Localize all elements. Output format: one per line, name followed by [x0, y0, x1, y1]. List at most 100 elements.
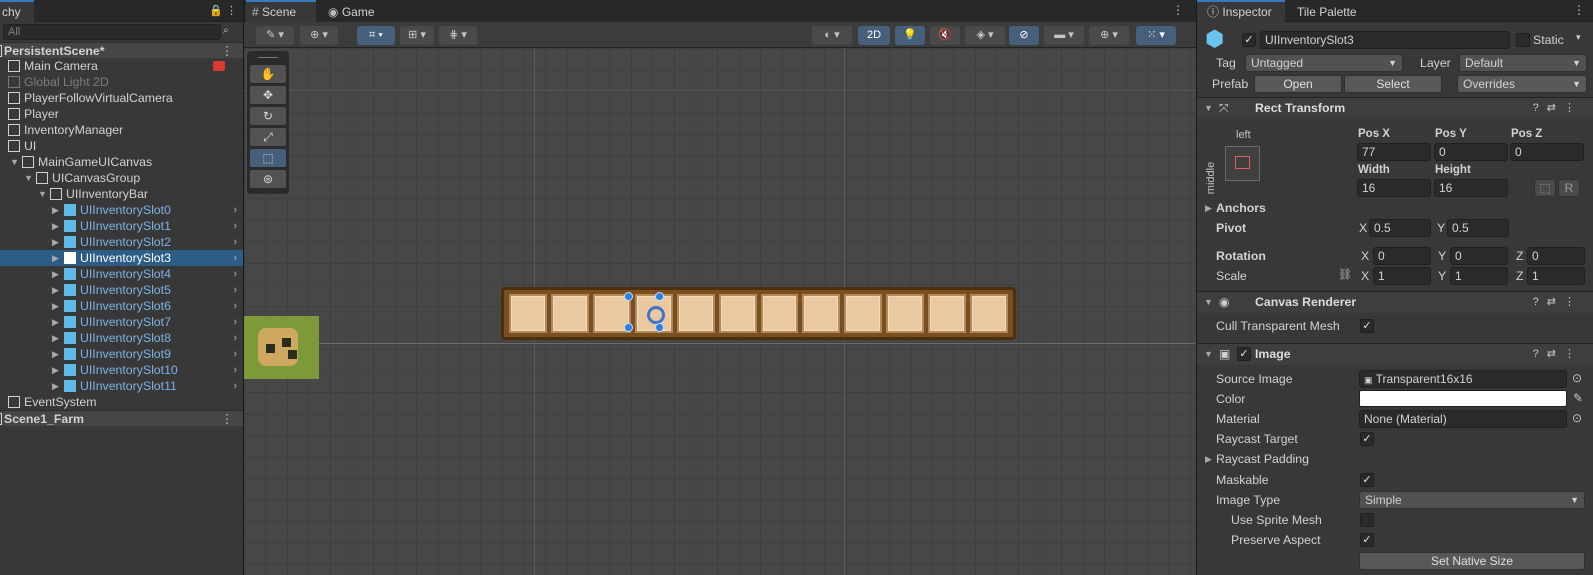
image-component-header[interactable]: ▼ ▣ ✓ Image ?⇄⋮ — [1197, 343, 1593, 365]
tag-dropdown[interactable]: Untagged ▼ — [1245, 54, 1403, 72]
lighting-toggle-icon[interactable]: 💡 — [895, 26, 925, 45]
cull-transparent-mesh-checkbox[interactable]: ✓ — [1360, 319, 1374, 333]
scale-y-field[interactable]: 1 — [1450, 267, 1508, 285]
inventory-slot[interactable] — [718, 294, 757, 333]
static-dropdown-arrow[interactable]: ▾ — [1576, 32, 1581, 43]
snap-increment-dropdown[interactable]: ⋕ ▾ — [439, 26, 477, 45]
static-checkbox[interactable] — [1516, 33, 1530, 47]
hierarchy-item[interactable]: ▶ UIInventorySlot6 › — [0, 298, 243, 314]
camera-warning-icon[interactable] — [213, 61, 225, 71]
hierarchy-item[interactable]: Main Camera — [0, 58, 243, 74]
foldout-expanded-icon[interactable]: ▼ — [24, 170, 33, 186]
hierarchy-item[interactable]: ▶ UIInventorySlot4 › — [0, 266, 243, 282]
grid-visibility-dropdown[interactable]: ⊞ ▾ — [400, 26, 434, 45]
foldout-collapsed-icon[interactable]: ▶ — [52, 330, 59, 346]
hierarchy-item[interactable]: Global Light 2D — [0, 74, 243, 90]
hierarchy-item[interactable]: Player — [0, 106, 243, 122]
foldout-collapsed-icon[interactable]: ▶ — [52, 266, 59, 282]
foldout-expanded-icon[interactable]: ▼ — [38, 186, 47, 202]
prefab-open-chevron-icon[interactable]: › — [233, 282, 237, 298]
overlays-dropdown[interactable]: ⁙ ▾ — [1136, 26, 1176, 45]
foldout-expanded-icon[interactable]: ▼ — [10, 154, 19, 170]
prefab-open-chevron-icon[interactable]: › — [233, 346, 237, 362]
rect-transform-header[interactable]: ▼ ⤧ Rect Transform ?⇄⋮ — [1197, 97, 1593, 119]
raycast-padding-foldout-icon[interactable]: ▶ — [1205, 454, 1212, 465]
foldout-collapsed-icon[interactable]: ▶ — [52, 282, 59, 298]
height-field[interactable]: 16 — [1434, 179, 1508, 197]
hierarchy-item[interactable]: ▼ MainGameUICanvas — [0, 154, 243, 170]
pivot-x-field[interactable]: 0.5 — [1369, 219, 1431, 237]
tab-game[interactable]: ◉ Game — [320, 0, 390, 22]
hierarchy-item[interactable]: EventSystem — [0, 394, 243, 410]
pos-y-field[interactable]: 0 — [1434, 143, 1508, 161]
prefab-open-chevron-icon[interactable]: › — [233, 250, 237, 266]
prefab-open-chevron-icon[interactable]: › — [233, 218, 237, 234]
tab-inspector[interactable]: ⓘ Inspector — [1197, 0, 1285, 22]
eyedropper-icon[interactable]: ✎ — [1573, 391, 1583, 405]
rect-handle-bottom-right[interactable] — [655, 323, 664, 332]
canvas-renderer-header[interactable]: ▼ ◉ Canvas Renderer ?⇄⋮ — [1197, 291, 1593, 313]
inventory-slot[interactable] — [886, 294, 925, 333]
transform-tool-icon[interactable]: ⊛ — [250, 170, 286, 188]
preserve-aspect-checkbox[interactable]: ✓ — [1360, 533, 1374, 547]
pivot-y-field[interactable]: 0.5 — [1447, 219, 1509, 237]
pos-z-field[interactable]: 0 — [1510, 143, 1584, 161]
prefab-overrides-dropdown[interactable]: Overrides ▼ — [1457, 75, 1587, 93]
source-image-field[interactable]: ▣ Transparent16x16 — [1359, 370, 1567, 388]
hierarchy-item[interactable]: ▼ UICanvasGroup — [0, 170, 243, 186]
lock-icon[interactable]: 🔒 ⋮ — [209, 4, 237, 17]
foldout-collapsed-icon[interactable]: ▶ — [52, 346, 59, 362]
object-picker-icon[interactable]: ⊙ — [1572, 411, 1582, 425]
hierarchy-item[interactable]: ▶ UIInventorySlot5 › — [0, 282, 243, 298]
rotation-z-field[interactable]: 0 — [1527, 247, 1585, 265]
scene-menu-icon[interactable]: ⋮ — [1172, 3, 1184, 17]
inventory-slot[interactable] — [509, 294, 547, 333]
prefab-open-chevron-icon[interactable]: › — [233, 234, 237, 250]
hierarchy-item[interactable]: ▶ UIInventorySlot7 › — [0, 314, 243, 330]
inventory-bar[interactable] — [501, 287, 1016, 340]
rect-handle-top-left[interactable] — [624, 292, 633, 301]
prefab-open-chevron-icon[interactable]: › — [233, 362, 237, 378]
prefab-open-button[interactable]: Open — [1254, 75, 1342, 93]
hierarchy-item[interactable]: PlayerFollowVirtualCamera — [0, 90, 243, 106]
tab-tile-palette[interactable]: Tile Palette — [1287, 0, 1383, 22]
prefab-open-chevron-icon[interactable]: › — [233, 378, 237, 394]
hierarchy-item[interactable]: ▶ UIInventorySlot0 › — [0, 202, 243, 218]
hierarchy-scene-row[interactable]: Scene1_Farm ⋮ — [0, 410, 243, 426]
mode-2d-toggle[interactable]: 2D — [858, 26, 890, 45]
component-help-settings-icons[interactable]: ?⇄⋮ — [1533, 347, 1583, 360]
hierarchy-item[interactable]: ▶ UIInventorySlot8 › — [0, 330, 243, 346]
foldout-collapsed-icon[interactable]: ▶ — [52, 250, 59, 266]
hierarchy-search-input[interactable]: All — [3, 24, 221, 40]
overlay-drag-handle[interactable] — [258, 57, 278, 63]
inventory-slot[interactable] — [844, 294, 883, 333]
inventory-slot[interactable] — [676, 294, 715, 333]
constrain-proportions-link-icon[interactable]: ⛓ — [1338, 268, 1352, 281]
rect-handle-top-right[interactable] — [655, 292, 664, 301]
layer-dropdown[interactable]: Default ▼ — [1459, 54, 1587, 72]
component-help-settings-icons[interactable]: ?⇄⋮ — [1533, 295, 1583, 308]
scale-tool-icon[interactable]: ⤢ — [250, 128, 286, 146]
hidden-objects-toggle-icon[interactable]: ⊘ — [1009, 26, 1039, 45]
color-field[interactable] — [1359, 390, 1567, 407]
hand-tool-icon[interactable]: ✋ — [250, 65, 286, 83]
prefab-open-chevron-icon[interactable]: › — [233, 298, 237, 314]
image-enabled-checkbox[interactable]: ✓ — [1237, 347, 1251, 361]
prefab-select-button[interactable]: Select — [1344, 75, 1442, 93]
foldout-collapsed-icon[interactable]: ▶ — [52, 218, 59, 234]
width-field[interactable]: 16 — [1357, 179, 1431, 197]
hierarchy-item[interactable]: ▶ UIInventorySlot11 › — [0, 378, 243, 394]
foldout-collapsed-icon[interactable]: ▶ — [52, 314, 59, 330]
hierarchy-scene-row[interactable]: PersistentScene* ⋮ — [0, 42, 243, 58]
hierarchy-item[interactable]: ▶ UIInventorySlot2 › — [0, 234, 243, 250]
anchors-foldout-arrow-icon[interactable]: ▶ — [1205, 203, 1212, 214]
inventory-slot-selected[interactable] — [634, 294, 673, 333]
grid-snap-toggle[interactable]: ⌗ ▾ — [357, 26, 395, 45]
blueprint-mode-button[interactable]: ⬚ — [1534, 179, 1556, 197]
material-field[interactable]: None (Material) — [1359, 410, 1567, 428]
anchor-presets-button[interactable] — [1225, 146, 1260, 181]
prefab-open-chevron-icon[interactable]: › — [233, 330, 237, 346]
object-name-field[interactable]: UIInventorySlot3 — [1260, 31, 1510, 49]
hierarchy-item[interactable]: ▶ UIInventorySlot1 › — [0, 218, 243, 234]
inventory-slot[interactable] — [760, 294, 799, 333]
